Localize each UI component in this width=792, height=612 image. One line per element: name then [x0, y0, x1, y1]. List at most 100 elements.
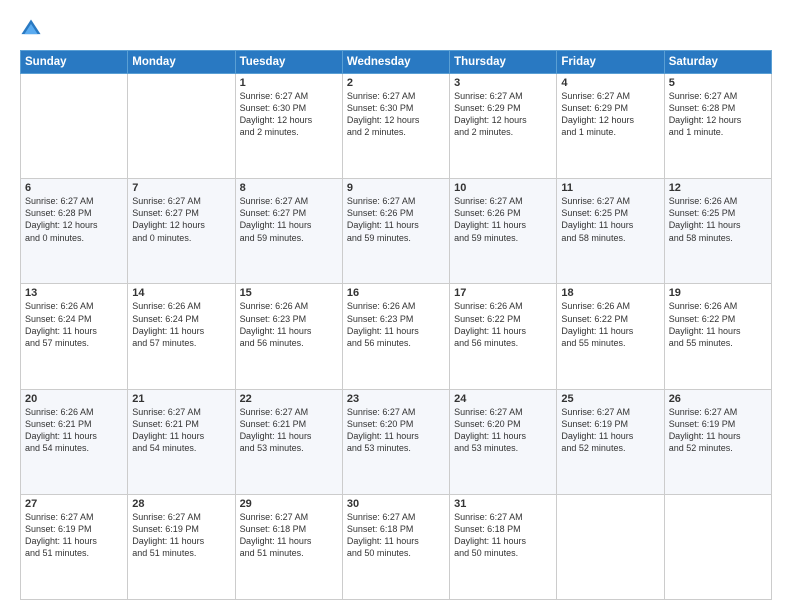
calendar-week-row: 13Sunrise: 6:26 AM Sunset: 6:24 PM Dayli…: [21, 284, 772, 389]
day-info: Sunrise: 6:26 AM Sunset: 6:22 PM Dayligh…: [454, 300, 552, 349]
calendar-cell: 12Sunrise: 6:26 AM Sunset: 6:25 PM Dayli…: [664, 179, 771, 284]
day-number: 7: [132, 182, 230, 194]
calendar-cell: 3Sunrise: 6:27 AM Sunset: 6:29 PM Daylig…: [450, 74, 557, 179]
day-info: Sunrise: 6:26 AM Sunset: 6:24 PM Dayligh…: [132, 300, 230, 349]
day-info: Sunrise: 6:27 AM Sunset: 6:28 PM Dayligh…: [669, 90, 767, 139]
day-number: 8: [240, 182, 338, 194]
calendar-cell: 19Sunrise: 6:26 AM Sunset: 6:22 PM Dayli…: [664, 284, 771, 389]
calendar-cell: 23Sunrise: 6:27 AM Sunset: 6:20 PM Dayli…: [342, 389, 449, 494]
day-info: Sunrise: 6:27 AM Sunset: 6:29 PM Dayligh…: [454, 90, 552, 139]
calendar-cell: 18Sunrise: 6:26 AM Sunset: 6:22 PM Dayli…: [557, 284, 664, 389]
day-info: Sunrise: 6:27 AM Sunset: 6:27 PM Dayligh…: [132, 195, 230, 244]
calendar-cell: [557, 494, 664, 599]
day-info: Sunrise: 6:27 AM Sunset: 6:25 PM Dayligh…: [561, 195, 659, 244]
day-number: 11: [561, 182, 659, 194]
day-number: 19: [669, 287, 767, 299]
calendar-cell: 31Sunrise: 6:27 AM Sunset: 6:18 PM Dayli…: [450, 494, 557, 599]
day-info: Sunrise: 6:27 AM Sunset: 6:19 PM Dayligh…: [669, 406, 767, 455]
day-info: Sunrise: 6:27 AM Sunset: 6:18 PM Dayligh…: [347, 511, 445, 560]
day-number: 28: [132, 498, 230, 510]
day-number: 14: [132, 287, 230, 299]
day-number: 21: [132, 393, 230, 405]
day-info: Sunrise: 6:27 AM Sunset: 6:19 PM Dayligh…: [25, 511, 123, 560]
day-info: Sunrise: 6:27 AM Sunset: 6:29 PM Dayligh…: [561, 90, 659, 139]
calendar-cell: [664, 494, 771, 599]
page: SundayMondayTuesdayWednesdayThursdayFrid…: [0, 0, 792, 612]
day-number: 22: [240, 393, 338, 405]
calendar-cell: 16Sunrise: 6:26 AM Sunset: 6:23 PM Dayli…: [342, 284, 449, 389]
day-info: Sunrise: 6:27 AM Sunset: 6:20 PM Dayligh…: [454, 406, 552, 455]
day-info: Sunrise: 6:27 AM Sunset: 6:18 PM Dayligh…: [454, 511, 552, 560]
header: [20, 18, 772, 40]
calendar-week-row: 1Sunrise: 6:27 AM Sunset: 6:30 PM Daylig…: [21, 74, 772, 179]
calendar-week-row: 27Sunrise: 6:27 AM Sunset: 6:19 PM Dayli…: [21, 494, 772, 599]
calendar-cell: 22Sunrise: 6:27 AM Sunset: 6:21 PM Dayli…: [235, 389, 342, 494]
day-number: 23: [347, 393, 445, 405]
weekday-header: Wednesday: [342, 51, 449, 74]
day-info: Sunrise: 6:27 AM Sunset: 6:19 PM Dayligh…: [561, 406, 659, 455]
day-info: Sunrise: 6:27 AM Sunset: 6:27 PM Dayligh…: [240, 195, 338, 244]
day-number: 3: [454, 77, 552, 89]
day-info: Sunrise: 6:27 AM Sunset: 6:30 PM Dayligh…: [347, 90, 445, 139]
day-info: Sunrise: 6:27 AM Sunset: 6:20 PM Dayligh…: [347, 406, 445, 455]
day-info: Sunrise: 6:26 AM Sunset: 6:22 PM Dayligh…: [669, 300, 767, 349]
calendar-cell: 15Sunrise: 6:26 AM Sunset: 6:23 PM Dayli…: [235, 284, 342, 389]
day-number: 25: [561, 393, 659, 405]
weekday-header: Friday: [557, 51, 664, 74]
day-number: 26: [669, 393, 767, 405]
calendar-cell: 4Sunrise: 6:27 AM Sunset: 6:29 PM Daylig…: [557, 74, 664, 179]
calendar-cell: 27Sunrise: 6:27 AM Sunset: 6:19 PM Dayli…: [21, 494, 128, 599]
weekday-header: Sunday: [21, 51, 128, 74]
calendar-week-row: 6Sunrise: 6:27 AM Sunset: 6:28 PM Daylig…: [21, 179, 772, 284]
calendar-cell: 10Sunrise: 6:27 AM Sunset: 6:26 PM Dayli…: [450, 179, 557, 284]
calendar-cell: 5Sunrise: 6:27 AM Sunset: 6:28 PM Daylig…: [664, 74, 771, 179]
day-number: 20: [25, 393, 123, 405]
day-number: 10: [454, 182, 552, 194]
calendar-header-row: SundayMondayTuesdayWednesdayThursdayFrid…: [21, 51, 772, 74]
calendar-cell: 9Sunrise: 6:27 AM Sunset: 6:26 PM Daylig…: [342, 179, 449, 284]
day-number: 15: [240, 287, 338, 299]
calendar-cell: [21, 74, 128, 179]
day-info: Sunrise: 6:26 AM Sunset: 6:22 PM Dayligh…: [561, 300, 659, 349]
day-number: 2: [347, 77, 445, 89]
calendar-cell: 20Sunrise: 6:26 AM Sunset: 6:21 PM Dayli…: [21, 389, 128, 494]
day-number: 31: [454, 498, 552, 510]
weekday-header: Tuesday: [235, 51, 342, 74]
calendar-cell: 17Sunrise: 6:26 AM Sunset: 6:22 PM Dayli…: [450, 284, 557, 389]
calendar-cell: 13Sunrise: 6:26 AM Sunset: 6:24 PM Dayli…: [21, 284, 128, 389]
day-info: Sunrise: 6:26 AM Sunset: 6:21 PM Dayligh…: [25, 406, 123, 455]
calendar-cell: 2Sunrise: 6:27 AM Sunset: 6:30 PM Daylig…: [342, 74, 449, 179]
weekday-header: Saturday: [664, 51, 771, 74]
day-info: Sunrise: 6:26 AM Sunset: 6:24 PM Dayligh…: [25, 300, 123, 349]
day-info: Sunrise: 6:27 AM Sunset: 6:21 PM Dayligh…: [240, 406, 338, 455]
day-info: Sunrise: 6:27 AM Sunset: 6:28 PM Dayligh…: [25, 195, 123, 244]
day-info: Sunrise: 6:26 AM Sunset: 6:23 PM Dayligh…: [240, 300, 338, 349]
day-number: 29: [240, 498, 338, 510]
calendar-week-row: 20Sunrise: 6:26 AM Sunset: 6:21 PM Dayli…: [21, 389, 772, 494]
day-info: Sunrise: 6:27 AM Sunset: 6:30 PM Dayligh…: [240, 90, 338, 139]
day-number: 1: [240, 77, 338, 89]
day-number: 17: [454, 287, 552, 299]
day-number: 9: [347, 182, 445, 194]
day-info: Sunrise: 6:26 AM Sunset: 6:23 PM Dayligh…: [347, 300, 445, 349]
calendar-cell: 21Sunrise: 6:27 AM Sunset: 6:21 PM Dayli…: [128, 389, 235, 494]
day-number: 4: [561, 77, 659, 89]
logo-icon: [20, 18, 42, 40]
calendar-cell: 28Sunrise: 6:27 AM Sunset: 6:19 PM Dayli…: [128, 494, 235, 599]
day-number: 30: [347, 498, 445, 510]
day-number: 16: [347, 287, 445, 299]
day-info: Sunrise: 6:27 AM Sunset: 6:26 PM Dayligh…: [347, 195, 445, 244]
day-number: 6: [25, 182, 123, 194]
day-number: 5: [669, 77, 767, 89]
calendar-cell: 6Sunrise: 6:27 AM Sunset: 6:28 PM Daylig…: [21, 179, 128, 284]
day-number: 27: [25, 498, 123, 510]
calendar-cell: [128, 74, 235, 179]
weekday-header: Thursday: [450, 51, 557, 74]
calendar-cell: 25Sunrise: 6:27 AM Sunset: 6:19 PM Dayli…: [557, 389, 664, 494]
logo: [20, 18, 46, 40]
calendar-cell: 24Sunrise: 6:27 AM Sunset: 6:20 PM Dayli…: [450, 389, 557, 494]
calendar-cell: 26Sunrise: 6:27 AM Sunset: 6:19 PM Dayli…: [664, 389, 771, 494]
day-number: 12: [669, 182, 767, 194]
calendar-table: SundayMondayTuesdayWednesdayThursdayFrid…: [20, 50, 772, 600]
calendar-cell: 14Sunrise: 6:26 AM Sunset: 6:24 PM Dayli…: [128, 284, 235, 389]
